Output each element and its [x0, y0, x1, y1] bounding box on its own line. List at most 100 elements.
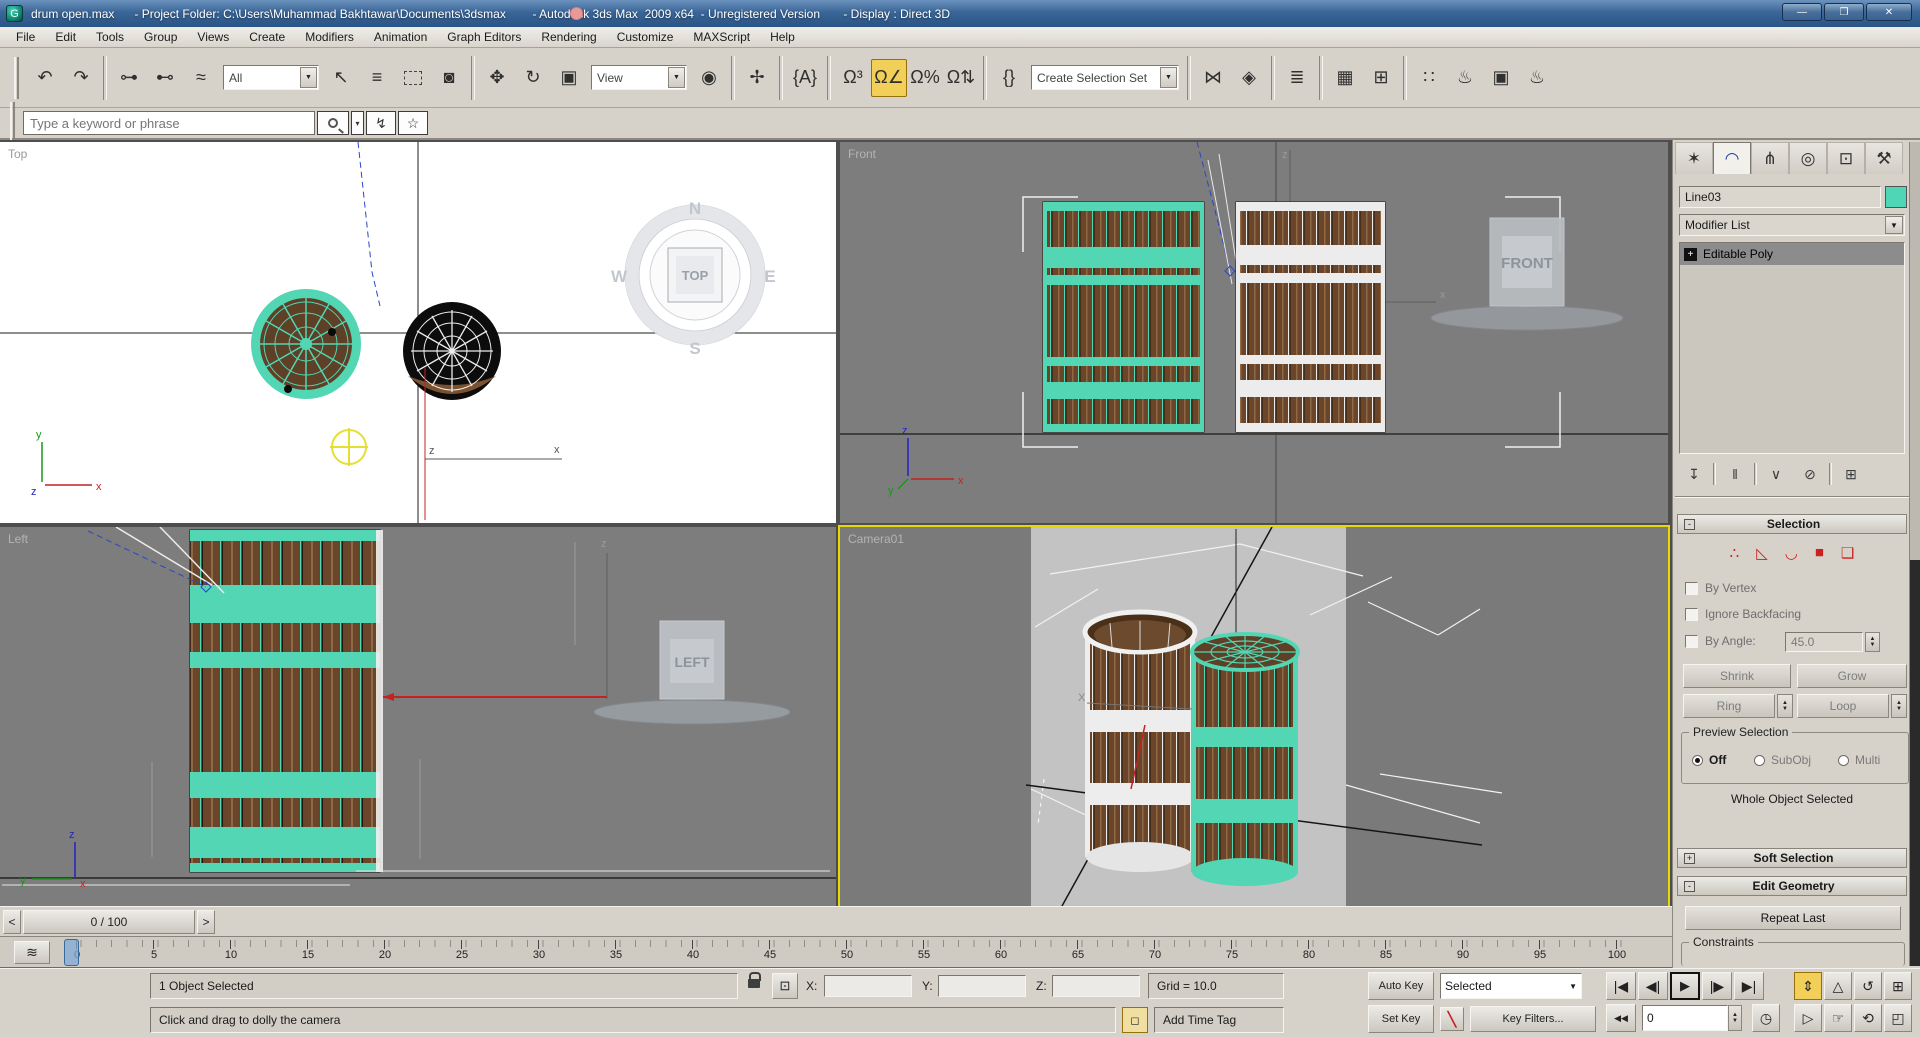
- menu-rendering[interactable]: Rendering: [531, 27, 606, 48]
- align-button[interactable]: ◈: [1231, 59, 1267, 97]
- percent-snap-button[interactable]: Ω%: [907, 59, 943, 97]
- barrel-front-selected[interactable]: [1042, 201, 1205, 433]
- tab-utilities[interactable]: ⚒: [1865, 142, 1903, 174]
- menu-animation[interactable]: Animation: [364, 27, 437, 48]
- viewport-camera[interactable]: Camera01 X: [838, 525, 1670, 908]
- menu-group[interactable]: Group: [134, 27, 187, 48]
- spinner-snap-button[interactable]: Ω⇅: [943, 59, 979, 97]
- select-by-name-button[interactable]: ≡: [359, 59, 395, 97]
- viewcube-front[interactable]: FRONT: [1430, 217, 1624, 331]
- select-and-scale-button[interactable]: ▣: [551, 59, 587, 97]
- x-coordinate-field[interactable]: [824, 975, 912, 997]
- angle-snap-button[interactable]: Ω∠: [871, 58, 907, 97]
- menu-modifiers[interactable]: Modifiers: [295, 27, 364, 48]
- by-angle-checkbox[interactable]: [1685, 634, 1698, 648]
- menu-maxscript[interactable]: MAXScript: [683, 27, 760, 48]
- select-object-button[interactable]: ↖: [323, 59, 359, 97]
- modifier-stack[interactable]: + Editable Poly: [1679, 242, 1905, 454]
- viewport-front[interactable]: Front z x FRONT z x y: [840, 142, 1668, 523]
- go-to-start-button[interactable]: |◀: [1606, 972, 1636, 1000]
- select-and-link-button[interactable]: ⊶: [111, 59, 147, 97]
- by-angle-field[interactable]: 45.0: [1785, 632, 1863, 652]
- toolbar-separator[interactable]: [827, 55, 831, 100]
- scene-cube-icon[interactable]: ◻: [1122, 1007, 1148, 1033]
- viewport-left[interactable]: Left z LEFT z y x: [0, 527, 836, 906]
- ring-button[interactable]: Ring: [1683, 694, 1775, 718]
- grow-button[interactable]: Grow: [1797, 664, 1907, 688]
- toolbar-separator[interactable]: [1403, 55, 1407, 100]
- render-setup-button[interactable]: ♨: [1447, 59, 1483, 97]
- keyboard-override-button[interactable]: {A}: [787, 59, 823, 97]
- remove-modifier-button[interactable]: ⊘: [1795, 462, 1825, 486]
- bind-to-space-warp-button[interactable]: ≈: [183, 59, 219, 97]
- time-slider-handle[interactable]: [64, 939, 79, 966]
- material-editor-button[interactable]: ∷: [1411, 59, 1447, 97]
- mirror-button[interactable]: ⋈: [1195, 59, 1231, 97]
- previous-frame-slider-button[interactable]: <: [3, 910, 21, 934]
- modifier-list-dropdown[interactable]: Modifier List: [1679, 214, 1905, 236]
- key-filters-button[interactable]: Key Filters...: [1470, 1006, 1596, 1032]
- panel-scrollbar-thumb[interactable]: [1910, 560, 1920, 966]
- light-helper[interactable]: [330, 428, 368, 466]
- infocenter-grip[interactable]: [10, 102, 15, 144]
- menu-tools[interactable]: Tools: [86, 27, 134, 48]
- absolute-mode-button[interactable]: ⊡: [772, 973, 798, 999]
- time-configuration-button[interactable]: ◷: [1752, 1004, 1780, 1032]
- tab-display[interactable]: ⊡: [1827, 142, 1865, 174]
- radio-subobj[interactable]: [1754, 754, 1765, 766]
- stack-tool-separator[interactable]: [1754, 463, 1757, 485]
- set-key-button[interactable]: Set Key: [1368, 1005, 1434, 1033]
- menu-file[interactable]: File: [6, 27, 45, 48]
- pin-stack-button[interactable]: ↧: [1679, 462, 1709, 486]
- restore-button[interactable]: ❐: [1824, 3, 1864, 21]
- vertex-subobject-icon[interactable]: ∴: [1730, 544, 1740, 562]
- menu-help[interactable]: Help: [760, 27, 805, 48]
- snaps-toggle-button[interactable]: Ω³: [835, 59, 871, 97]
- mini-curve-editor-button[interactable]: ≋: [14, 941, 50, 964]
- frame-spinner[interactable]: [1728, 1005, 1742, 1031]
- viewcube-top[interactable]: TOP N E S W: [611, 199, 776, 358]
- stack-item-editable-poly[interactable]: + Editable Poly: [1680, 243, 1904, 265]
- add-time-tag-panel[interactable]: Add Time Tag: [1154, 1007, 1284, 1033]
- viewport-top[interactable]: Top z x TOP N E S W y x z: [0, 142, 836, 523]
- new-key-pen-icon[interactable]: ╲: [1440, 1007, 1464, 1031]
- barrel-top-selected[interactable]: [251, 289, 361, 399]
- close-button[interactable]: ✕: [1866, 3, 1912, 21]
- key-mode-toggle-button[interactable]: ◀◀: [1606, 1004, 1636, 1032]
- perspective-button[interactable]: △: [1824, 972, 1852, 1000]
- selection-lock-icon[interactable]: [748, 972, 761, 988]
- window-crossing-button[interactable]: ◙: [431, 59, 467, 97]
- search-options-dropdown[interactable]: ▾: [351, 111, 364, 135]
- title-bar[interactable]: G drum open.max - Project Folder: C:\Use…: [0, 0, 1920, 27]
- use-pivot-center-button[interactable]: ◉: [691, 59, 727, 97]
- show-end-result-button[interactable]: ‖: [1720, 462, 1750, 486]
- track-bar-ruler[interactable]: 0510152025303540455055606570758085909510…: [66, 940, 1628, 966]
- loop-spinner[interactable]: [1891, 694, 1907, 718]
- curve-editor-button[interactable]: ▦: [1327, 59, 1363, 97]
- object-color-swatch[interactable]: [1885, 186, 1907, 208]
- collapse-icon[interactable]: -: [1684, 518, 1695, 530]
- y-coordinate-field[interactable]: [938, 975, 1026, 997]
- border-subobject-icon[interactable]: ◡: [1785, 544, 1798, 562]
- maximize-viewport-button[interactable]: ◰: [1884, 1004, 1912, 1032]
- redo-button[interactable]: ↷: [63, 59, 99, 97]
- make-unique-button[interactable]: ∨: [1761, 462, 1791, 486]
- undo-button[interactable]: ↶: [27, 59, 63, 97]
- expand-icon[interactable]: +: [1684, 852, 1695, 864]
- preview-off-option[interactable]: Off: [1692, 753, 1726, 767]
- layer-manager-button[interactable]: ≣: [1279, 59, 1315, 97]
- menu-edit[interactable]: Edit: [45, 27, 86, 48]
- communication-center-icon[interactable]: ↯: [366, 111, 396, 135]
- selection-filter-dropdown[interactable]: All: [223, 65, 319, 90]
- toolbar-separator[interactable]: [731, 55, 735, 100]
- go-to-end-button[interactable]: ▶|: [1734, 972, 1764, 1000]
- z-coordinate-field[interactable]: [1052, 975, 1140, 997]
- repeat-last-button[interactable]: Repeat Last: [1685, 906, 1901, 930]
- preview-multi-option[interactable]: Multi: [1838, 753, 1880, 767]
- toolbar-separator[interactable]: [983, 55, 987, 100]
- roll-camera-button[interactable]: ↺: [1854, 972, 1882, 1000]
- key-selection-dropdown[interactable]: Selected ▼: [1440, 973, 1582, 999]
- select-and-manipulate-button[interactable]: ✢: [739, 59, 775, 97]
- configure-modifier-sets-button[interactable]: ⊞: [1836, 462, 1866, 486]
- menu-create[interactable]: Create: [239, 27, 295, 48]
